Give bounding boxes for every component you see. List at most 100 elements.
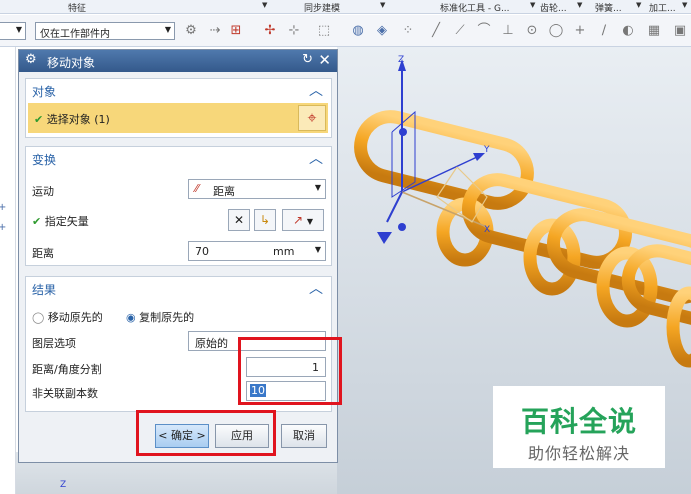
radio-off-icon: ◯	[32, 311, 45, 324]
select-object-label: ✔ 选择对象 (1)	[34, 113, 110, 126]
specify-vector-label: ✔ 指定矢量	[32, 215, 89, 228]
origin-icon[interactable]: ⊹	[286, 23, 302, 39]
chevron-down-icon: ▼	[164, 25, 171, 34]
annotation-box-buttons	[136, 410, 276, 456]
ribbon-feature[interactable]: 特征	[68, 1, 86, 14]
cancel-button[interactable]: 取消	[281, 424, 327, 448]
distance-label: 距离	[32, 247, 54, 260]
close-icon[interactable]: ✕	[318, 51, 331, 69]
reset-icon[interactable]: ↻	[302, 52, 313, 67]
filter-select[interactable]: ▼	[0, 22, 26, 40]
quadrant-icon[interactable]: ◯	[548, 23, 564, 39]
cube-icon[interactable]: ◈	[374, 23, 390, 39]
distance-value: 70	[195, 245, 209, 258]
move-original-radio[interactable]: ◯ 移动原先的	[32, 309, 103, 325]
checkmark-icon: ✔	[32, 215, 42, 228]
dialog-titlebar[interactable]: ⚙ 移动对象 ↻ ✕	[19, 50, 337, 72]
inferred-vector-button[interactable]: ↗ ▼	[282, 209, 324, 231]
checkmark-icon: ✔	[34, 113, 44, 126]
distance-input[interactable]: 70 mm ▼	[188, 241, 326, 261]
point-icon[interactable]: +	[572, 23, 588, 39]
reverse-direction-icon: ✕	[233, 213, 245, 227]
chain-link-1	[354, 110, 534, 210]
watermark: 百科全说 助你轻松解决	[493, 386, 665, 468]
ribbon-gear[interactable]: 齿轮...	[540, 1, 567, 14]
z-axis-label: Z	[398, 55, 405, 65]
navigator-strip: + +	[0, 47, 16, 494]
ribbon-bar: 特征 ▼ 同步建模 ▼ 标准化工具 - G... ▼ 齿轮... ▼ 弹簧...…	[0, 0, 691, 14]
chevron-down-icon[interactable]: ▼	[636, 1, 641, 9]
point-snap-icon[interactable]: ⊞	[228, 23, 244, 39]
motion-value: 距离	[213, 185, 235, 198]
crosshair-select-button[interactable]: ⌖	[298, 105, 326, 131]
chevron-down-icon: ▼	[15, 25, 22, 34]
layer-option-label: 图层选项	[32, 337, 76, 350]
chevron-down-icon[interactable]: ▼	[530, 1, 535, 9]
chevron-down-icon[interactable]: ▼	[577, 1, 582, 9]
ribbon-std-tools[interactable]: 标准化工具 - G...	[440, 1, 510, 14]
chevron-up-icon[interactable]: ︿	[309, 278, 323, 298]
snap-points-icon[interactable]: ⁘	[400, 23, 416, 39]
layer-option-value: 原始的	[195, 337, 228, 350]
dialog-title: 移动对象	[47, 56, 96, 70]
chevron-down-icon[interactable]: ▼	[682, 1, 687, 9]
grid-icon[interactable]: ▦	[646, 23, 662, 39]
copies-label: 非关联副本数	[32, 387, 98, 400]
transform-section-header[interactable]: 变换 ︿	[26, 147, 331, 169]
watermark-subtitle: 助你轻松解决	[527, 444, 630, 463]
object-section-title: 对象	[32, 85, 57, 99]
select-object-row[interactable]: ✔ 选择对象 (1) ⌖	[28, 103, 328, 133]
motion-label: 运动	[32, 185, 54, 198]
radio-on-icon: ◉	[126, 311, 136, 324]
object-section: 对象 ︿ ✔ 选择对象 (1) ⌖	[25, 78, 332, 138]
snap-icon[interactable]: ⚙	[183, 23, 199, 39]
vector-icon: ↳	[259, 213, 271, 227]
crosshair-icon: ⌖	[307, 108, 317, 127]
y-axis-label: Y	[484, 145, 490, 155]
ribbon-sync-modeling[interactable]: 同步建模	[304, 1, 340, 14]
chevron-down-icon: ▼	[314, 245, 321, 254]
scope-select[interactable]: 仅在工作部件内 ▼	[35, 22, 175, 40]
plus-icon[interactable]: +	[0, 222, 6, 233]
motion-select[interactable]: ⁄⁄ 距离 ▼	[188, 179, 326, 199]
chevron-up-icon[interactable]: ︿	[309, 80, 323, 100]
more-icon[interactable]: ▣	[672, 23, 688, 39]
transform-section-title: 变换	[32, 153, 57, 167]
x-axis-label: X	[484, 225, 491, 235]
chevron-down-icon[interactable]: ▼	[380, 1, 385, 9]
distance-motion-icon: ⁄⁄	[195, 182, 199, 195]
copy-original-radio[interactable]: ◉ 复制原先的	[126, 309, 194, 325]
chevron-down-icon: ▼	[306, 217, 314, 226]
divide-label: 距离/角度分割	[32, 363, 102, 376]
result-section-header[interactable]: 结果 ︿	[26, 277, 331, 299]
result-section-title: 结果	[32, 283, 57, 297]
curve-icon[interactable]: ⌒	[476, 23, 492, 39]
vector-dialog-button[interactable]: ↳	[254, 209, 276, 231]
chevron-down-icon: ▼	[314, 183, 321, 192]
face-icon[interactable]: ◐	[620, 23, 636, 39]
ribbon-machining[interactable]: 加工...	[649, 1, 676, 14]
annotation-box-inputs	[238, 337, 342, 405]
midpoint-icon[interactable]: ⟋	[452, 23, 468, 39]
sphere-icon[interactable]: ◍	[350, 23, 366, 39]
center-icon[interactable]: ⊙	[524, 23, 540, 39]
inferred-vector-icon: ↗	[292, 213, 304, 227]
chevron-down-icon[interactable]: ▼	[262, 1, 267, 9]
filter-icon[interactable]: ⇢	[207, 23, 223, 39]
box-select-icon[interactable]: ⬚	[316, 23, 332, 39]
on-curve-icon[interactable]: ∕	[596, 23, 612, 39]
plus-icon[interactable]: +	[0, 202, 6, 213]
toolbar: ▼ 仅在工作部件内 ▼ ⚙ ⇢ ⊞ ✢ ⊹ ⬚ ◍ ◈ ⁘ ╱ ⟋ ⌒ ⊥ ⊙ …	[0, 15, 691, 47]
watermark-title: 百科全说	[520, 405, 637, 438]
intersection-icon[interactable]: ⊥	[500, 23, 516, 39]
object-section-header[interactable]: 对象 ︿	[26, 79, 331, 101]
ribbon-spring[interactable]: 弹簧...	[595, 1, 622, 14]
chevron-up-icon[interactable]: ︿	[309, 148, 323, 168]
transform-icon[interactable]: ✢	[262, 23, 278, 39]
distance-unit: mm	[273, 245, 295, 258]
line-icon[interactable]: ╱	[428, 23, 444, 39]
bottom-axis-label: Z	[60, 480, 67, 490]
gear-icon: ⚙	[25, 52, 37, 67]
transform-section: 变换 ︿ 运动 ⁄⁄ 距离 ▼ ✔ 指定矢量 ✕ ↳ ↗ ▼ 距离 70 mm …	[25, 146, 332, 266]
reverse-direction-button[interactable]: ✕	[228, 209, 250, 231]
